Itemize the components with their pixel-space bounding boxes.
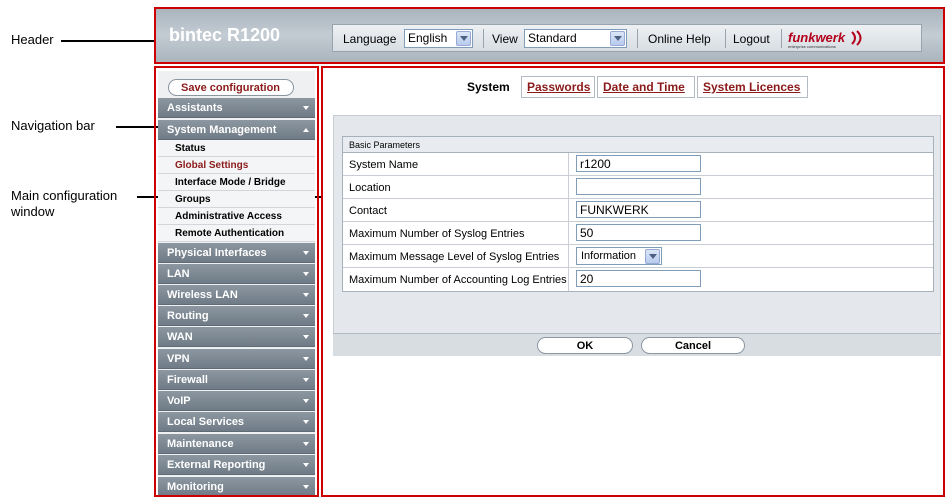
navigation-annotation-line: [116, 126, 158, 128]
header-frame: [154, 7, 945, 64]
header-annotation: Header: [11, 32, 54, 47]
main-annotation-line1: Main configuration: [11, 188, 118, 203]
header-annotation-line: [61, 40, 157, 42]
main-annotation-line2: window: [11, 204, 55, 219]
navigation-annotation: Navigation bar: [11, 118, 95, 133]
main-frame: [321, 66, 945, 497]
navigation-frame: [154, 66, 319, 497]
